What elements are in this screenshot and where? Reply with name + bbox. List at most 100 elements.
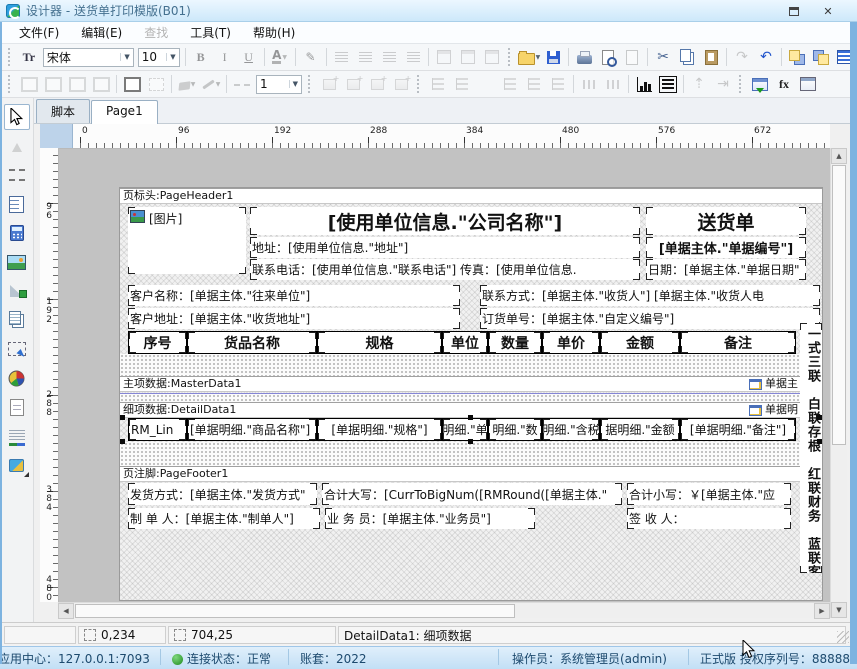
richtext-tool[interactable] (4, 307, 30, 333)
select-tool[interactable] (4, 104, 30, 130)
header-col-product[interactable]: 货品名称 (187, 331, 317, 354)
customer-contact-field[interactable]: 联系方式：[单据主体."收货人"] [单据主体."收货人电 (480, 285, 820, 306)
border-all-button[interactable] (121, 73, 143, 95)
save-button[interactable] (542, 46, 564, 68)
band-strip-pagefooter[interactable]: 页注脚:PageFooter1 (120, 466, 822, 482)
font-size-select[interactable]: 10▼ (138, 48, 180, 67)
more-tools[interactable] (4, 452, 30, 478)
send-to-back-button[interactable] (810, 46, 832, 68)
detail-cell-spec[interactable]: [单据明细."规格"] (317, 418, 442, 441)
doc-maker-field[interactable]: 制 单 人：[单据主体."制单人"] (128, 508, 320, 529)
chart-tool[interactable] (4, 365, 30, 391)
header-col-price[interactable]: 单价 (542, 331, 600, 354)
properties-button[interactable] (797, 73, 819, 95)
print-button[interactable] (573, 46, 595, 68)
subreport-tool[interactable] (4, 423, 30, 449)
company-address-field[interactable]: 地址：[使用单位信息."地址"] (250, 237, 640, 258)
doc-number-field[interactable]: [单据主体."单据编号"] (646, 237, 806, 258)
company-phone-field[interactable]: 联系电话：[使用单位信息."联系电话"] 传真：[使用单位信息. (250, 259, 640, 280)
undo-button[interactable]: ↶ (755, 46, 777, 68)
ole-tool[interactable] (4, 394, 30, 420)
salesman-field[interactable]: 业 务 员：[单据主体."业务员"] (325, 508, 535, 529)
chart-button[interactable] (633, 73, 655, 95)
selection-handle[interactable] (120, 415, 125, 420)
selection-handle[interactable] (468, 439, 473, 444)
label-tool[interactable] (4, 191, 30, 217)
font-style-button[interactable]: Tr (18, 46, 40, 68)
cut-button[interactable]: ✂ (652, 46, 674, 68)
signee-field[interactable]: 签 收 人： (627, 508, 791, 529)
line-width-select[interactable]: 1▼ (256, 75, 302, 94)
band-tool[interactable] (4, 162, 30, 188)
detail-cell-unit[interactable]: 明细."单 (442, 418, 488, 441)
customer-name-field[interactable]: 客户名称：[单据主体."往来单位"] (128, 285, 460, 306)
vscroll-thumb[interactable] (832, 165, 846, 445)
menu-item-0[interactable]: 文件(F) (8, 22, 70, 43)
chevron-down-icon: ▼ (216, 81, 221, 88)
tab-page1[interactable]: Page1 (91, 100, 158, 124)
menu-item-1[interactable]: 编辑(E) (70, 22, 133, 43)
data-source-button[interactable] (749, 73, 771, 95)
total-in-figures-field[interactable]: 合计小写：￥[单据主体."应 (627, 483, 791, 505)
doc-title[interactable]: 送货单 (646, 207, 806, 235)
picture-frame[interactable]: [图片] (128, 207, 246, 274)
header-col-qty[interactable]: 数量 (488, 331, 542, 354)
band-datasource-link[interactable]: 单据明 (749, 403, 798, 417)
detail-cell-amount[interactable]: 据明细."金额 (600, 418, 680, 441)
shape-tool[interactable] (4, 278, 30, 304)
server-address: 应用中心：127.0.0.1:7093 (0, 650, 150, 667)
scroll-up-icon[interactable]: ▲ (831, 148, 847, 164)
selection-handle[interactable] (468, 415, 473, 420)
detail-cell-product[interactable]: [单据明细."商品名称"] (187, 418, 317, 441)
band-strip-masterdata[interactable]: 主项数据:MasterData1单据主 (120, 376, 822, 392)
menu-item-4[interactable]: 帮助(H) (242, 22, 306, 43)
field-box-tool[interactable] (4, 220, 30, 246)
scroll-left-icon[interactable]: ◀ (58, 603, 74, 619)
restore-button[interactable] (783, 3, 805, 19)
total-in-words-field[interactable]: 合计大写：[CurrToBigNum([RMRound([单据主体." (322, 483, 622, 505)
band-strip-pageheader[interactable]: 页标头:PageHeader1 (120, 188, 822, 204)
header-col-amount[interactable]: 金额 (600, 331, 680, 354)
scroll-right-icon[interactable]: ▶ (814, 603, 830, 619)
app-logo-icon (6, 4, 20, 18)
corner-mark (480, 332, 487, 339)
header-col-remark[interactable]: 备注 (680, 331, 796, 354)
detail-cell-lineno[interactable]: RM_Lin (128, 418, 187, 441)
font-name-select[interactable]: 宋体▼ (43, 48, 134, 67)
customer-address-field[interactable]: 客户地址：[单据主体."收货地址"] (128, 308, 460, 329)
header-col-seq[interactable]: 序号 (128, 331, 187, 354)
report-page[interactable]: 页标头:PageHeader1主项数据:MasterData1单据主细项数据:D… (120, 188, 822, 600)
frame-tool[interactable] (4, 336, 30, 362)
doc-date-field[interactable]: 日期：[单据主体."单据日期" (646, 259, 806, 280)
detail-cell-price[interactable]: 明细."含税 (542, 418, 600, 441)
company-name-field[interactable]: [使用单位信息."公司名称"] (250, 207, 640, 235)
bring-to-front-button[interactable] (786, 46, 808, 68)
selection-handle[interactable] (817, 439, 822, 444)
close-button[interactable]: ✕ (817, 3, 839, 19)
corner-mark (434, 346, 441, 353)
print-preview-button[interactable] (597, 46, 619, 68)
picture-tool[interactable] (4, 249, 30, 275)
band-datasource-link[interactable]: 单据主 (749, 377, 798, 391)
copy-button[interactable] (676, 46, 698, 68)
hscroll-thumb[interactable] (75, 604, 515, 618)
selection-handle[interactable] (120, 439, 125, 444)
tab-脚本[interactable]: 脚本 (36, 99, 90, 123)
copies-note[interactable]: 一式三联 白联存根 红联财务 蓝联客户 (800, 323, 822, 573)
selection-handle[interactable] (817, 415, 822, 420)
order-number-field[interactable]: 订货单号：[单据主体."自定义编号"] (480, 308, 820, 329)
detail-cell-remark[interactable]: [单据明细."备注"] (680, 418, 796, 441)
design-canvas[interactable]: 页标头:PageHeader1主项数据:MasterData1单据主细项数据:D… (58, 148, 830, 602)
header-col-spec[interactable]: 规格 (317, 331, 442, 354)
function-button[interactable]: fx (773, 73, 795, 95)
horizontal-scrollbar[interactable]: ◀ ▶ (58, 602, 830, 618)
scroll-down-icon[interactable]: ▼ (831, 602, 847, 618)
vertical-scrollbar[interactable]: ▲ ▼ (830, 148, 847, 618)
ship-method-field[interactable]: 发货方式：[单据主体."发货方式" (128, 483, 317, 505)
header-col-unit[interactable]: 单位 (442, 331, 488, 354)
open-button[interactable]: ▼ (518, 46, 540, 68)
detail-cell-qty[interactable]: 明细."数 (488, 418, 542, 441)
paste-button[interactable] (700, 46, 722, 68)
section-button[interactable] (657, 73, 679, 95)
menu-item-3[interactable]: 工具(T) (179, 22, 242, 43)
